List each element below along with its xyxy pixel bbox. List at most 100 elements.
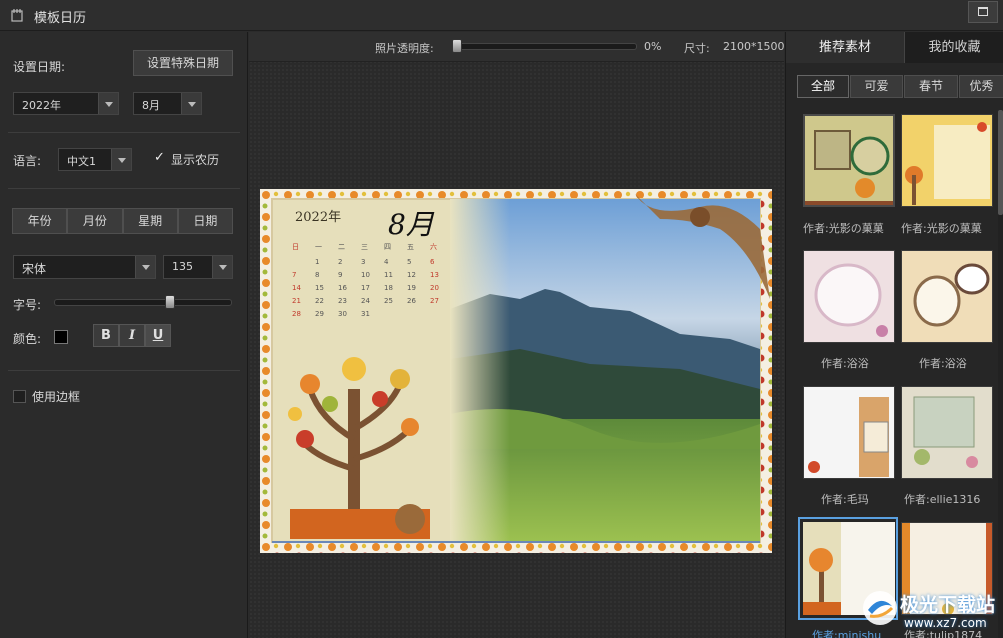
template-preview-yellow	[902, 115, 992, 206]
preview-day: 24	[361, 297, 370, 305]
show-lunar-checkbox[interactable]	[153, 150, 166, 166]
watermark: 极光下载站 www.xz7.com	[860, 582, 1003, 638]
preview-day: 1	[315, 258, 319, 266]
template-thumb-2[interactable]	[901, 114, 993, 207]
color-swatch[interactable]	[54, 330, 68, 344]
italic-button[interactable]: I	[119, 324, 145, 347]
size-select[interactable]: 135	[163, 255, 233, 279]
scrollbar-thumb[interactable]	[998, 110, 1003, 215]
preview-day: 19	[407, 284, 416, 292]
template-author: 作者:光影の菓菓	[901, 222, 982, 235]
divider	[8, 370, 240, 371]
template-preview-pink-oval	[804, 251, 894, 342]
set-date-label: 设置日期:	[13, 60, 66, 74]
chevron-down-icon	[111, 149, 131, 170]
color-label: 颜色:	[13, 332, 42, 346]
preview-day: 2	[338, 258, 342, 266]
language-select[interactable]: 中文1	[58, 148, 132, 171]
preview-day: 18	[384, 284, 393, 292]
settings-panel: 设置日期: 设置特殊日期 2022年 8月 语言: 中文1 显示农历 年份 月份…	[0, 32, 248, 638]
preview-day: 22	[315, 297, 324, 305]
preview-toolbar: 照片透明度: 0% 尺寸: 2100*1500	[249, 32, 785, 62]
materials-panel: 推荐素材 我的收藏 全部 可爱 春节 优秀 作者:光影の菓菓 作者:光影の菓菓 …	[785, 32, 1003, 638]
preview-weekday: 日	[292, 243, 299, 251]
maximize-icon	[978, 7, 988, 16]
preview-day: 28	[292, 310, 301, 318]
tab-recommended[interactable]: 推荐素材	[786, 32, 905, 63]
size-value: 135	[172, 260, 193, 273]
opacity-slider[interactable]	[454, 43, 637, 50]
calendar-artwork: 2022年 8月 日一二三四五六1 2 3 4 5 67 8 9 10 11 12 1314 15 16 1…	[260, 189, 772, 553]
month-select[interactable]: 8月	[133, 92, 202, 115]
watermark-logo-icon	[863, 591, 897, 625]
watermark-text: 极光下载站	[900, 594, 996, 616]
tab-month[interactable]: 月份	[67, 208, 123, 234]
template-author: 作者:光影の菓菓	[803, 222, 884, 235]
template-thumb-3[interactable]	[803, 250, 895, 343]
tab-favorites[interactable]: 我的收藏	[905, 32, 1003, 63]
template-thumb-1[interactable]	[803, 114, 895, 207]
preview-weekday: 二	[338, 243, 345, 251]
year-value: 2022年	[22, 99, 61, 112]
preview-area: 照片透明度: 0% 尺寸: 2100*1500 2022年 8月 日 一 二 三…	[249, 32, 785, 638]
preview-day: 21	[292, 297, 301, 305]
size-value: 2100*1500	[723, 40, 785, 53]
font-select[interactable]: 宋体	[13, 255, 156, 279]
template-author: 作者:浴浴	[919, 357, 967, 370]
template-author: 作者:ellie1316	[904, 493, 981, 506]
preview-day: 25	[384, 297, 393, 305]
preview-day: 29	[315, 310, 324, 318]
special-date-button[interactable]: 设置特殊日期	[133, 50, 233, 76]
preview-month: 8月	[388, 208, 435, 241]
materials-scrollbar[interactable]	[998, 110, 1003, 638]
text-format-group: B I U	[93, 324, 171, 347]
language-value: 中文1	[67, 155, 96, 168]
template-thumb-5[interactable]	[803, 386, 895, 479]
divider	[8, 188, 240, 189]
calendar-app-icon	[11, 9, 23, 22]
preview-day: 7	[292, 271, 296, 279]
calendar-preview[interactable]: 2022年 8月 日一二三四五六 1 2 3 4 5 6 7 8 9 10 11 12 13 14 15 16 1…	[260, 189, 772, 553]
underline-button[interactable]: U	[145, 324, 171, 347]
opacity-slider-thumb[interactable]	[452, 39, 462, 53]
category-all[interactable]: 全部	[797, 75, 849, 98]
category-spring-festival[interactable]: 春节	[904, 75, 958, 98]
use-border-checkbox[interactable]	[13, 390, 26, 403]
month-value: 8月	[142, 99, 160, 112]
preview-day: 23	[338, 297, 347, 305]
template-preview-autumn	[805, 116, 893, 205]
year-select[interactable]: 2022年	[13, 92, 119, 115]
bold-button[interactable]: B	[93, 324, 119, 347]
preview-weekday: 一	[315, 243, 322, 251]
preview-weekday: 六	[430, 242, 437, 251]
opacity-value: 0%	[644, 40, 662, 53]
category-excellent[interactable]: 优秀	[959, 75, 1003, 98]
preview-day: 4	[384, 258, 389, 266]
template-author: 作者:浴浴	[821, 357, 869, 370]
preview-day: 26	[407, 297, 416, 305]
template-thumb-6[interactable]	[901, 386, 993, 479]
watermark-url: www.xz7.com	[904, 616, 987, 630]
preview-day: 27	[430, 297, 439, 305]
font-size-slider-thumb[interactable]	[164, 295, 175, 309]
maximize-button[interactable]	[968, 1, 998, 23]
font-value: 宋体	[22, 262, 47, 276]
show-lunar-label: 显示农历	[171, 153, 220, 167]
font-size-label: 字号:	[13, 298, 42, 312]
preview-day: 30	[338, 310, 347, 318]
chevron-down-icon	[98, 93, 118, 114]
category-cute[interactable]: 可爱	[850, 75, 903, 98]
preview-weekday: 五	[407, 243, 414, 251]
font-size-slider[interactable]	[54, 299, 232, 306]
template-thumb-4[interactable]	[901, 250, 993, 343]
tab-year[interactable]: 年份	[12, 208, 68, 234]
tab-date[interactable]: 日期	[177, 208, 233, 234]
text-target-tabs: 年份 月份 星期 日期	[12, 208, 233, 234]
divider	[8, 132, 240, 133]
template-preview-green-scrap	[902, 387, 992, 478]
preview-day: 6	[430, 258, 435, 266]
template-author: 作者:毛玛	[821, 493, 869, 506]
title-bar: 模板日历	[0, 0, 1003, 31]
preview-day: 12	[407, 271, 416, 279]
tab-weekday[interactable]: 星期	[122, 208, 178, 234]
